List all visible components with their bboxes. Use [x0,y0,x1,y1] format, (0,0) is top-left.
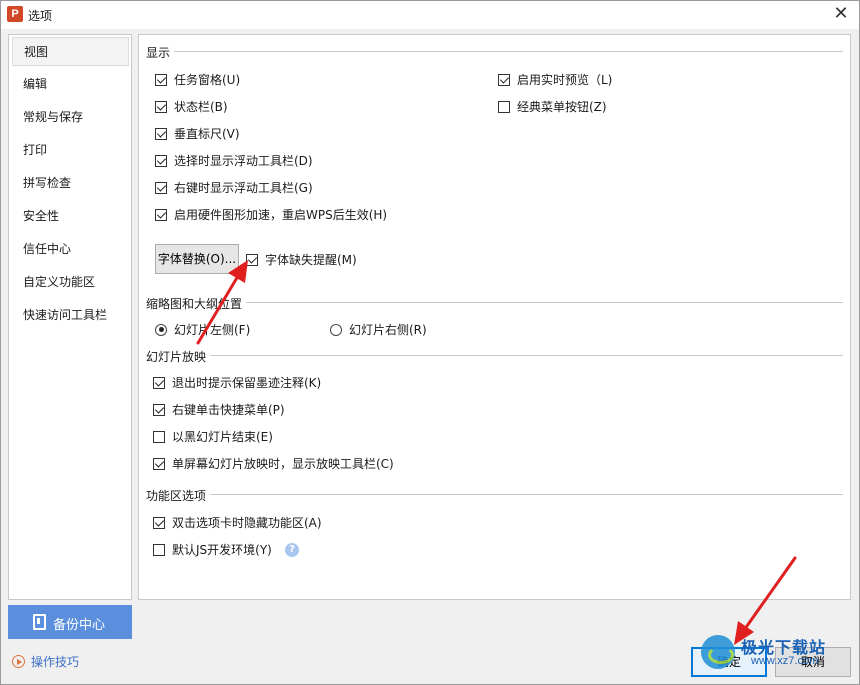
cancel-button[interactable]: 取消 [775,647,851,677]
wps-presentation-icon: P [7,6,23,22]
tips-label: 操作技巧 [31,655,80,669]
checkbox-default-js-env[interactable]: 默认JS开发环境(Y) [153,541,272,558]
section-title-display: 显示 [146,44,175,61]
section-title-ribbon: 功能区选项 [146,487,211,504]
checkbox-label: 右键单击快捷菜单(P) [172,403,285,417]
checkbox-vertical-ruler[interactable]: 垂直标尺(V) [155,125,240,142]
checkbox-status-bar[interactable]: 状态栏(B) [155,98,228,115]
radio-label: 幻灯片左侧(F) [174,323,251,337]
sidebar-item-spell-check[interactable]: 拼写检查 [12,169,129,198]
section-title-thumbnail: 缩略图和大纲位置 [146,295,247,312]
sidebar-item-customize-ribbon[interactable]: 自定义功能区 [12,268,129,297]
checkbox-classic-menu-button[interactable]: 经典菜单按钮(Z) [498,98,607,115]
checkbox-box[interactable] [155,154,167,167]
checkbox-live-preview[interactable]: 启用实时预览（L) [498,71,612,88]
sidebar-item-edit[interactable]: 编辑 [12,70,129,99]
checkbox-float-toolbar-on-select[interactable]: 选择时显示浮动工具栏(D) [155,152,313,169]
checkbox-box[interactable] [498,73,510,86]
play-circle-icon [12,655,25,668]
window-title: 选项 [28,9,53,23]
checkbox-box[interactable] [153,457,165,470]
radio-slides-right[interactable]: 幻灯片右侧(R) [330,321,427,338]
checkbox-box[interactable] [153,376,165,389]
checkbox-label: 双击选项卡时隐藏功能区(A) [172,516,322,530]
checkbox-label: 选择时显示浮动工具栏(D) [174,154,313,168]
checkbox-label: 退出时提示保留墨迹注释(K) [172,376,322,390]
section-divider [146,302,843,303]
options-dialog: P 选项 ✕ 视图 编辑 常规与保存 打印 拼写检查 安全性 信任中心 自定义功… [0,0,860,685]
checkbox-box[interactable] [246,253,258,266]
help-icon[interactable]: ? [285,543,299,557]
checkbox-label: 垂直标尺(V) [174,127,240,141]
tips-link[interactable]: 操作技巧 [12,653,79,670]
checkbox-right-click-menu[interactable]: 右键单击快捷菜单(P) [153,401,285,418]
document-icon [33,614,46,630]
close-button[interactable]: ✕ [831,4,851,24]
checkbox-float-toolbar-on-right-click[interactable]: 右键时显示浮动工具栏(G) [155,179,313,196]
checkbox-font-missing-reminder[interactable]: 字体缺失提醒(M) [246,251,357,268]
checkbox-label: 以黑幻灯片结束(E) [172,430,273,444]
options-panel: 显示 任务窗格(U) 状态栏(B) 垂直标尺(V) 选择时显示浮动工具栏(D) … [138,34,851,600]
section-divider [146,355,843,356]
checkbox-box[interactable] [155,181,167,194]
checkbox-box[interactable] [155,100,167,113]
sidebar-item-print[interactable]: 打印 [12,136,129,165]
backup-center-button[interactable]: 备份中心 [8,605,132,639]
checkbox-label: 单屏幕幻灯片放映时，显示放映工具栏(C) [172,457,394,471]
title-bar: P 选项 ✕ [1,1,859,29]
radio-circle[interactable] [155,323,167,336]
ok-button[interactable]: 确定 [691,647,767,677]
font-replace-button[interactable]: 字体替换(O)... [155,244,239,274]
radio-circle[interactable] [330,323,342,336]
checkbox-box[interactable] [498,100,510,113]
section-divider [146,494,843,495]
section-divider [146,51,843,52]
checkbox-label: 启用实时预览（L) [517,73,613,87]
sidebar-item-quick-access-toolbar[interactable]: 快速访问工具栏 [12,301,129,330]
checkbox-hide-ribbon-on-double-click[interactable]: 双击选项卡时隐藏功能区(A) [153,514,322,531]
checkbox-box[interactable] [153,403,165,416]
checkbox-box[interactable] [155,73,167,86]
radio-label: 幻灯片右侧(R) [349,323,427,337]
checkbox-label: 默认JS开发环境(Y) [172,543,272,557]
checkbox-label: 经典菜单按钮(Z) [517,100,607,114]
sidebar-item-view[interactable]: 视图 [12,37,129,66]
checkbox-box[interactable] [153,430,165,443]
sidebar-item-trust-center[interactable]: 信任中心 [12,235,129,264]
checkbox-show-slideshow-toolbar[interactable]: 单屏幕幻灯片放映时，显示放映工具栏(C) [153,455,394,472]
backup-center-label: 备份中心 [53,618,106,633]
checkbox-box[interactable] [155,127,167,140]
checkbox-label: 字体缺失提醒(M) [265,253,357,267]
checkbox-end-with-black-slide[interactable]: 以黑幻灯片结束(E) [153,428,273,445]
section-title-slideshow: 幻灯片放映 [146,348,211,365]
checkbox-box[interactable] [155,208,167,221]
sidebar-item-general-save[interactable]: 常规与保存 [12,103,129,132]
radio-slides-left[interactable]: 幻灯片左侧(F) [155,321,250,338]
checkbox-keep-ink-annotations[interactable]: 退出时提示保留墨迹注释(K) [153,374,321,391]
checkbox-task-pane[interactable]: 任务窗格(U) [155,71,240,88]
checkbox-label: 状态栏(B) [174,100,228,114]
checkbox-label: 任务窗格(U) [174,73,241,87]
checkbox-hardware-acceleration[interactable]: 启用硬件图形加速，重启WPS后生效(H) [155,206,387,223]
sidebar: 视图 编辑 常规与保存 打印 拼写检查 安全性 信任中心 自定义功能区 快速访问… [8,34,132,600]
checkbox-box[interactable] [153,543,165,556]
checkbox-label: 右键时显示浮动工具栏(G) [174,181,313,195]
checkbox-box[interactable] [153,516,165,529]
checkbox-label: 启用硬件图形加速，重启WPS后生效(H) [174,208,388,222]
sidebar-item-security[interactable]: 安全性 [12,202,129,231]
